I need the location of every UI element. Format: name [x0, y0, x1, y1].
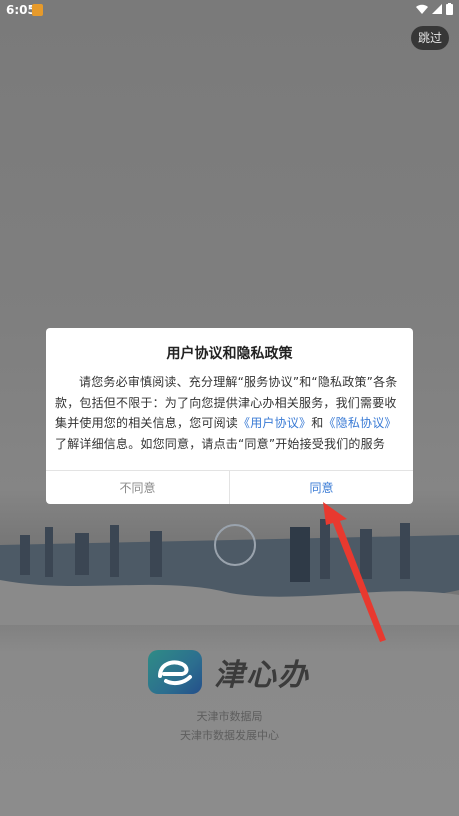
- battery-icon: [446, 3, 453, 15]
- notification-icon: [32, 4, 43, 16]
- org-line-2: 天津市数据发展中心: [180, 729, 279, 742]
- skip-button[interactable]: 跳过: [411, 26, 449, 50]
- privacy-agreement-link[interactable]: 《隐私协议》: [323, 416, 396, 430]
- dialog-title: 用户协议和隐私政策: [166, 346, 293, 362]
- status-bar: 6:05: [0, 0, 459, 22]
- status-icons: [416, 3, 453, 15]
- org-line-1: 天津市数据局: [196, 710, 263, 723]
- dialog-and-text: 和: [311, 416, 324, 430]
- dialog-body: 请您务必审慎阅读、充分理解“服务协议”和“隐私政策”各条款，包括但不限于：为了向…: [55, 372, 407, 454]
- dialog-actions: 不同意 同意: [46, 470, 413, 504]
- wifi-icon: [416, 4, 428, 14]
- city-skyline-image: [0, 519, 459, 625]
- dialog-body-text-2: 了解详细信息。如您同意，请点击“同意”开始接受我们的服务: [55, 436, 386, 451]
- app-name: 津心办: [214, 658, 310, 693]
- disagree-button[interactable]: 不同意: [46, 471, 230, 504]
- signal-icon: [432, 4, 442, 14]
- app-logo: 津心办: [148, 650, 310, 694]
- agreement-dialog: 用户协议和隐私政策 请您务必审慎阅读、充分理解“服务协议”和“隐私政策”各条款，…: [46, 328, 413, 504]
- agree-button[interactable]: 同意: [230, 471, 413, 504]
- user-agreement-link[interactable]: 《用户协议》: [238, 416, 311, 430]
- app-logo-icon: [148, 650, 202, 694]
